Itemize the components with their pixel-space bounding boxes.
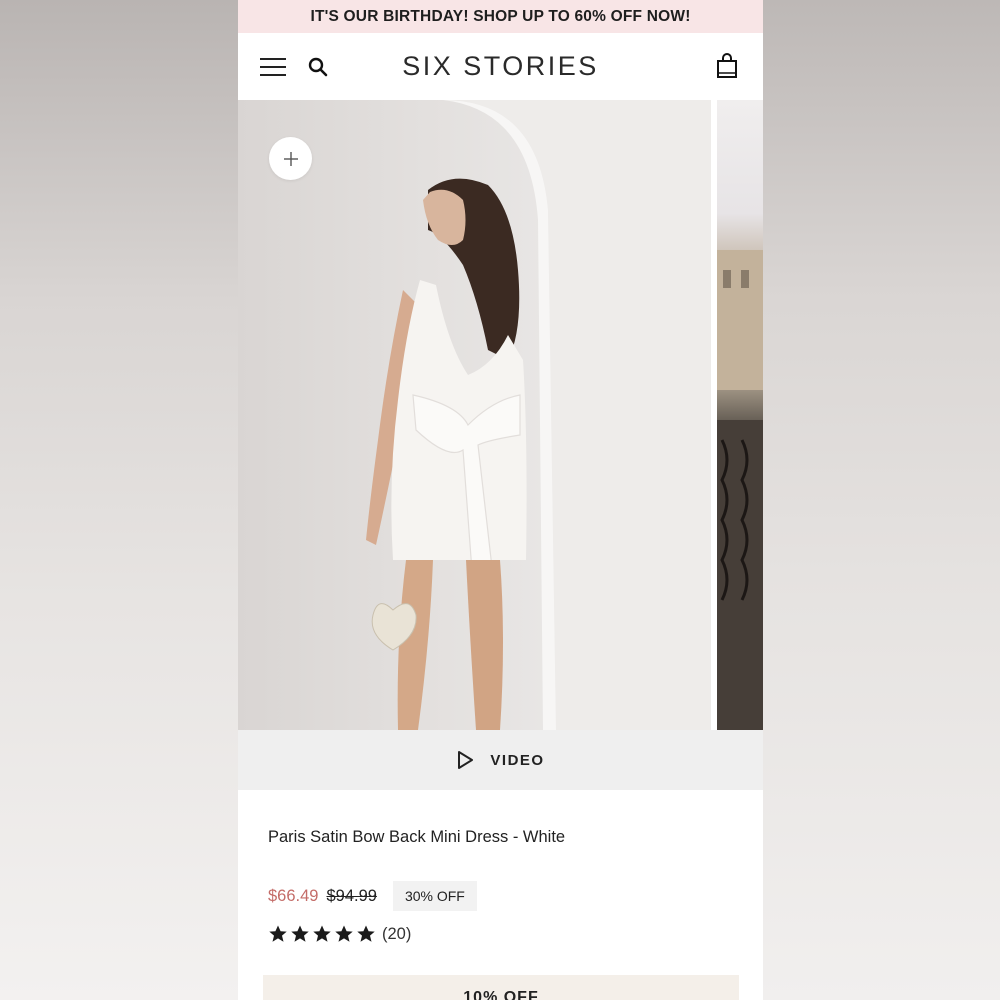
review-count: (20) — [382, 924, 412, 943]
promo-text: IT'S OUR BIRTHDAY! SHOP UP TO 60% OFF NO… — [310, 7, 691, 25]
original-price: $94.99 — [326, 886, 377, 905]
add-to-wishlist-button[interactable] — [269, 137, 312, 180]
price-row: $66.49 $94.99 30% OFF — [268, 880, 733, 912]
play-icon — [458, 751, 474, 769]
product-title: Paris Satin Bow Back Mini Dress - White — [268, 828, 566, 846]
discount-offer-banner[interactable]: 10% OFF — [263, 975, 739, 1000]
star-icon — [313, 925, 331, 942]
brand-logo[interactable]: SIX STORIES — [238, 51, 763, 82]
plus-icon — [283, 151, 298, 166]
offer-text: 10% OFF — [463, 989, 539, 1000]
product-gallery[interactable] — [238, 100, 763, 730]
rating-row[interactable]: (20) — [268, 924, 733, 944]
star-icon — [357, 925, 375, 942]
background-blur-right — [763, 0, 1000, 1000]
video-label: VIDEO — [490, 751, 545, 769]
background-blur-left — [0, 0, 238, 1000]
promo-banner[interactable]: IT'S OUR BIRTHDAY! SHOP UP TO 60% OFF NO… — [238, 0, 763, 33]
product-info: Paris Satin Bow Back Mini Dress - White … — [238, 790, 763, 944]
sale-price: $66.49 — [268, 886, 319, 905]
product-image-next[interactable] — [717, 100, 763, 730]
star-icon — [291, 925, 309, 942]
video-button[interactable]: VIDEO — [238, 730, 763, 790]
mobile-page: IT'S OUR BIRTHDAY! SHOP UP TO 60% OFF NO… — [238, 0, 763, 1000]
star-rating — [268, 924, 376, 944]
site-header: SIX STORIES — [238, 33, 763, 100]
shopping-bag-icon[interactable] — [716, 53, 738, 79]
discount-badge: 30% OFF — [392, 881, 477, 911]
star-icon — [335, 925, 353, 942]
star-icon — [269, 925, 287, 942]
product-image-main[interactable] — [238, 100, 711, 730]
